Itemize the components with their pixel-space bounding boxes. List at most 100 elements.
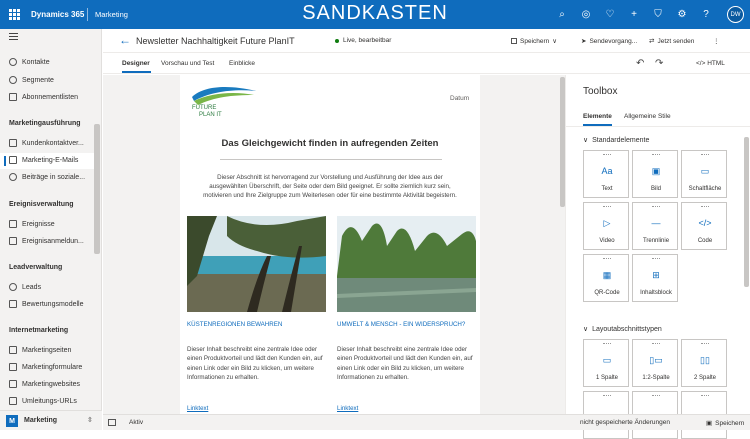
registration-icon bbox=[9, 237, 17, 245]
sidebar-item-segmente[interactable]: Segmente bbox=[9, 76, 54, 84]
target-icon[interactable]: ◎ bbox=[580, 8, 592, 20]
column1-text[interactable]: Dieser Inhalt beschreibt eine zentrale I… bbox=[187, 345, 327, 383]
save-icon: ▣ bbox=[706, 420, 713, 427]
column2-title[interactable]: UMWELT & MENSCH - EIN WIDERSPRUCH? bbox=[337, 321, 465, 328]
column2-text[interactable]: Dieser Inhalt beschreibt eine zentrale I… bbox=[337, 345, 477, 383]
sidebar-scrollbar[interactable] bbox=[94, 124, 100, 254]
area-switcher[interactable]: M Marketing ⇳ bbox=[0, 410, 102, 430]
popout-icon[interactable] bbox=[108, 419, 116, 426]
toolbox-scrollbar[interactable] bbox=[744, 137, 749, 287]
intro-text[interactable]: Dieser Abschnitt ist hervorragend zur Vo… bbox=[200, 173, 460, 200]
element-text[interactable]: Aa Text bbox=[583, 150, 629, 198]
status-bar: Aktiv nicht gespeicherte Änderungen ▣ Spe… bbox=[103, 414, 750, 430]
element-video[interactable]: ▷ Video bbox=[583, 202, 629, 250]
sidebar-item-social[interactable]: Beiträge in soziale... bbox=[9, 173, 85, 181]
karst-river-image[interactable] bbox=[337, 216, 476, 312]
future-planit-logo: FUTURE PLAN IT bbox=[192, 87, 256, 118]
sidebar-item-kontakte[interactable]: Kontakte bbox=[9, 58, 50, 66]
column1-title[interactable]: KÜSTENREGIONEN BEWAHREN bbox=[187, 321, 282, 328]
hamburger-icon[interactable] bbox=[9, 33, 18, 40]
tab-elements[interactable]: Elemente bbox=[583, 113, 612, 120]
tab-insights[interactable]: Einblicke bbox=[229, 60, 255, 67]
unsaved-changes-label: nicht gespeicherte Änderungen bbox=[580, 419, 670, 426]
one-two-column-icon: ▯▭ bbox=[649, 354, 663, 365]
element-image[interactable]: ▣ Bild bbox=[632, 150, 678, 198]
column2-link[interactable]: Linktext bbox=[337, 405, 358, 412]
email-headline[interactable]: Das Gleichgewicht finden in aufregenden … bbox=[180, 138, 480, 149]
lightbulb-icon[interactable]: ♡ bbox=[604, 8, 616, 20]
sidebar-item-umleitungs-urls[interactable]: Umleitungs-URLs bbox=[9, 397, 77, 405]
sidebar-item-abonnementlisten[interactable]: Abonnementlisten bbox=[9, 93, 78, 101]
tab-preview[interactable]: Vorschau und Test bbox=[161, 60, 214, 67]
element-button[interactable]: ▭ Schaltfläche bbox=[681, 150, 727, 198]
save-button[interactable]: Speichern ∨ bbox=[511, 37, 557, 45]
plus-icon[interactable]: + bbox=[628, 8, 640, 20]
element-content-block[interactable]: ⊞ Inhaltsblock bbox=[632, 254, 678, 302]
element-qr-code[interactable]: ▦ QR-Code bbox=[583, 254, 629, 302]
record-header: ← Newsletter Nachhaltigkeit Future PlanI… bbox=[103, 29, 750, 53]
sidebar: Kontakte Segmente Abonnementlisten Marke… bbox=[0, 29, 102, 430]
sidebar-item-kundenkontakt[interactable]: Kundenkontaktver... bbox=[9, 139, 84, 147]
send-now-button[interactable]: ⇄ Jetzt senden bbox=[649, 37, 694, 46]
send-icon: ➤ bbox=[581, 38, 587, 45]
gear-icon[interactable]: ⚙ bbox=[676, 8, 688, 20]
button-icon: ▭ bbox=[700, 165, 710, 176]
layout-2-column[interactable]: ▯▯ 2 Spalte bbox=[681, 339, 727, 387]
top-icons: ⌕ ◎ ♡ + ⛉ ⚙ ? bbox=[556, 8, 712, 20]
sidebar-item-marketingwebsites[interactable]: Marketingwebsites bbox=[9, 380, 80, 388]
toolbox-divider bbox=[566, 126, 750, 127]
layout-1-2-column[interactable]: ▯▭ 1:2-Spalte bbox=[632, 339, 678, 387]
form-icon bbox=[9, 363, 17, 371]
sidebar-item-marketingformulare[interactable]: Marketingformulare bbox=[9, 363, 82, 371]
section-layout-types[interactable]: ∨ Layoutabschnittstypen bbox=[583, 325, 662, 334]
segment-icon bbox=[9, 76, 17, 84]
help-icon[interactable]: ? bbox=[700, 8, 712, 20]
save-icon bbox=[511, 38, 517, 44]
website-icon bbox=[9, 380, 17, 388]
sidebar-section-internetmarketing: Internetmarketing bbox=[9, 327, 69, 334]
sidebar-item-ereignisse[interactable]: Ereignisse bbox=[9, 220, 55, 228]
sidebar-item-leads[interactable]: Leads bbox=[9, 283, 41, 291]
sidebar-item-ereignisanmeldung[interactable]: Ereignisanmeldun... bbox=[9, 237, 84, 245]
text-icon: Aa bbox=[601, 166, 613, 176]
statusbar-save-button[interactable]: ▣ Speichern bbox=[706, 419, 744, 428]
journey-icon bbox=[9, 139, 17, 147]
search-icon[interactable]: ⌕ bbox=[556, 8, 568, 20]
column1-link[interactable]: Linktext bbox=[187, 405, 208, 412]
person-icon bbox=[9, 58, 17, 66]
back-arrow-icon[interactable]: ← bbox=[119, 33, 131, 47]
sidebar-item-marketing-emails[interactable]: Marketing-E-Mails bbox=[9, 156, 78, 164]
code-icon: </> bbox=[696, 60, 706, 67]
page-icon bbox=[9, 346, 17, 354]
element-code[interactable]: </> Code bbox=[681, 202, 727, 250]
scoring-icon bbox=[9, 300, 17, 308]
undo-icon[interactable]: ↶ bbox=[636, 58, 644, 69]
sidebar-item-marketingseiten[interactable]: Marketingseiten bbox=[9, 346, 71, 354]
avatar[interactable]: DW bbox=[727, 6, 744, 23]
filter-icon[interactable]: ⛉ bbox=[652, 8, 664, 20]
chevron-down-icon[interactable]: ∨ bbox=[552, 37, 557, 45]
sidebar-item-bewertungsmodelle[interactable]: Bewertungsmodelle bbox=[9, 300, 83, 308]
calendar-icon bbox=[9, 220, 17, 228]
more-commands-button[interactable]: ⋮ bbox=[713, 37, 720, 45]
html-button[interactable]: </> HTML bbox=[696, 60, 725, 67]
send-options-button[interactable]: ➤ Sendevorgang... bbox=[581, 37, 637, 46]
tab-general-styles[interactable]: Allgemeine Stile bbox=[624, 113, 671, 120]
record-state: Aktiv bbox=[129, 419, 144, 426]
area-badge: M bbox=[6, 415, 18, 427]
page-title: Newsletter Nachhaltigkeit Future PlanIT bbox=[136, 36, 295, 46]
design-canvas: FUTURE PLAN IT Datum Das Gleichgewicht f… bbox=[103, 75, 565, 414]
logo-text-line2: PLAN IT bbox=[199, 112, 222, 118]
section-standard-elements[interactable]: ∨ Standardelemente bbox=[583, 136, 649, 145]
coast-image[interactable] bbox=[187, 216, 326, 312]
two-column-icon: ▯▯ bbox=[700, 354, 710, 365]
chevron-updown-icon: ⇳ bbox=[87, 417, 93, 424]
layout-1-column[interactable]: ▭ 1 Spalte bbox=[583, 339, 629, 387]
tab-designer[interactable]: Designer bbox=[122, 60, 150, 67]
element-divider[interactable]: — Trennlinie bbox=[632, 202, 678, 250]
divider-icon: — bbox=[651, 218, 661, 228]
redo-icon[interactable]: ↷ bbox=[655, 58, 663, 69]
one-column-icon: ▭ bbox=[602, 354, 612, 365]
mail-icon bbox=[9, 156, 17, 164]
sidebar-section-leadverwaltung: Leadverwaltung bbox=[9, 264, 63, 271]
